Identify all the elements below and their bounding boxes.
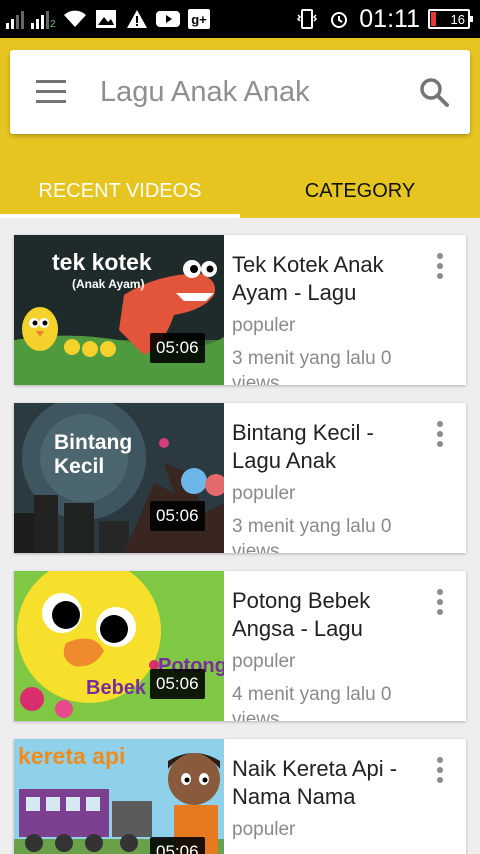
video-category: populer [232, 315, 296, 336]
video-thumbnail[interactable]: tek kotek (Anak Ayam) 05:06 [14, 235, 224, 385]
more-vertical-icon[interactable] [436, 421, 444, 447]
status-bar: 2 g+ 01:11 16 [0, 0, 480, 38]
thumbnail-subtitle: (Anak Ayam) [72, 277, 145, 291]
network-type-label: 2 [50, 18, 56, 30]
video-thumbnail[interactable]: Potong Bebek 05:06 [14, 571, 224, 721]
video-meta: 4 menit yang lalu 0 views [232, 684, 392, 721]
signal-strength-2-icon [31, 9, 49, 29]
video-meta: 3 menit yang lalu 0 views [232, 516, 392, 553]
video-card[interactable]: Potong Bebek 05:06 Potong Bebek Angsa - … [14, 571, 466, 721]
hamburger-menu-icon[interactable] [36, 80, 66, 104]
more-vertical-icon[interactable] [436, 589, 444, 615]
search-input[interactable]: Lagu Anak Anak [100, 76, 310, 109]
video-card[interactable]: Bintang Kecil 05:06 Bintang Kecil - Lagu… [14, 403, 466, 553]
thumbnail-subtitle: Bebek [86, 677, 147, 699]
alarm-icon [327, 8, 351, 30]
video-category: populer [232, 483, 296, 504]
warning-icon [125, 8, 149, 30]
video-meta: 3 menit yang lalu 0 views [232, 348, 392, 385]
video-title[interactable]: Tek Kotek Anak Ayam - Lagu [232, 251, 424, 307]
image-icon [94, 8, 118, 30]
thumbnail-title: Bintang [54, 431, 133, 454]
wifi-icon [63, 8, 87, 30]
video-duration: 05:06 [150, 333, 205, 363]
video-category: populer [232, 651, 296, 672]
video-duration: 05:06 [150, 837, 205, 854]
thumbnail-title: kereta api [18, 743, 126, 769]
video-duration: 05:06 [150, 501, 205, 531]
thumbnail-subtitle: Kecil [54, 455, 105, 478]
video-card[interactable]: kereta api 05:06 Naik Kereta Api - Nama … [14, 739, 466, 854]
search-bar[interactable]: Lagu Anak Anak [10, 50, 470, 134]
signal-strength-icon [6, 9, 24, 29]
vibrate-icon [295, 8, 319, 30]
app-header: Lagu Anak Anak RECENT VIDEOS CATEGORY [0, 38, 480, 218]
svg-text:g+: g+ [191, 12, 207, 27]
more-vertical-icon[interactable] [436, 253, 444, 279]
tab-recent-videos[interactable]: RECENT VIDEOS [0, 164, 240, 218]
battery-level: 16 [450, 11, 465, 27]
video-card[interactable]: tek kotek (Anak Ayam) 05:06 Tek Kotek An… [14, 235, 466, 385]
video-thumbnail[interactable]: kereta api 05:06 [14, 739, 224, 854]
tab-bar: RECENT VIDEOS CATEGORY [0, 164, 480, 218]
google-plus-icon: g+ [187, 8, 211, 30]
video-title[interactable]: Naik Kereta Api - Nama Nama [232, 755, 424, 811]
video-category: populer [232, 819, 296, 840]
more-vertical-icon[interactable] [436, 757, 444, 783]
tab-category[interactable]: CATEGORY [240, 164, 480, 218]
video-thumbnail[interactable]: Bintang Kecil 05:06 [14, 403, 224, 553]
active-tab-indicator [0, 214, 240, 218]
thumbnail-title: tek kotek [52, 249, 152, 275]
clock: 01:11 [359, 4, 420, 33]
search-icon[interactable] [418, 76, 450, 108]
battery-icon: 16 [428, 9, 473, 29]
youtube-icon [155, 8, 180, 30]
video-title[interactable]: Potong Bebek Angsa - Lagu [232, 587, 424, 643]
video-duration: 05:06 [150, 669, 205, 699]
video-title[interactable]: Bintang Kecil - Lagu Anak [232, 419, 424, 475]
